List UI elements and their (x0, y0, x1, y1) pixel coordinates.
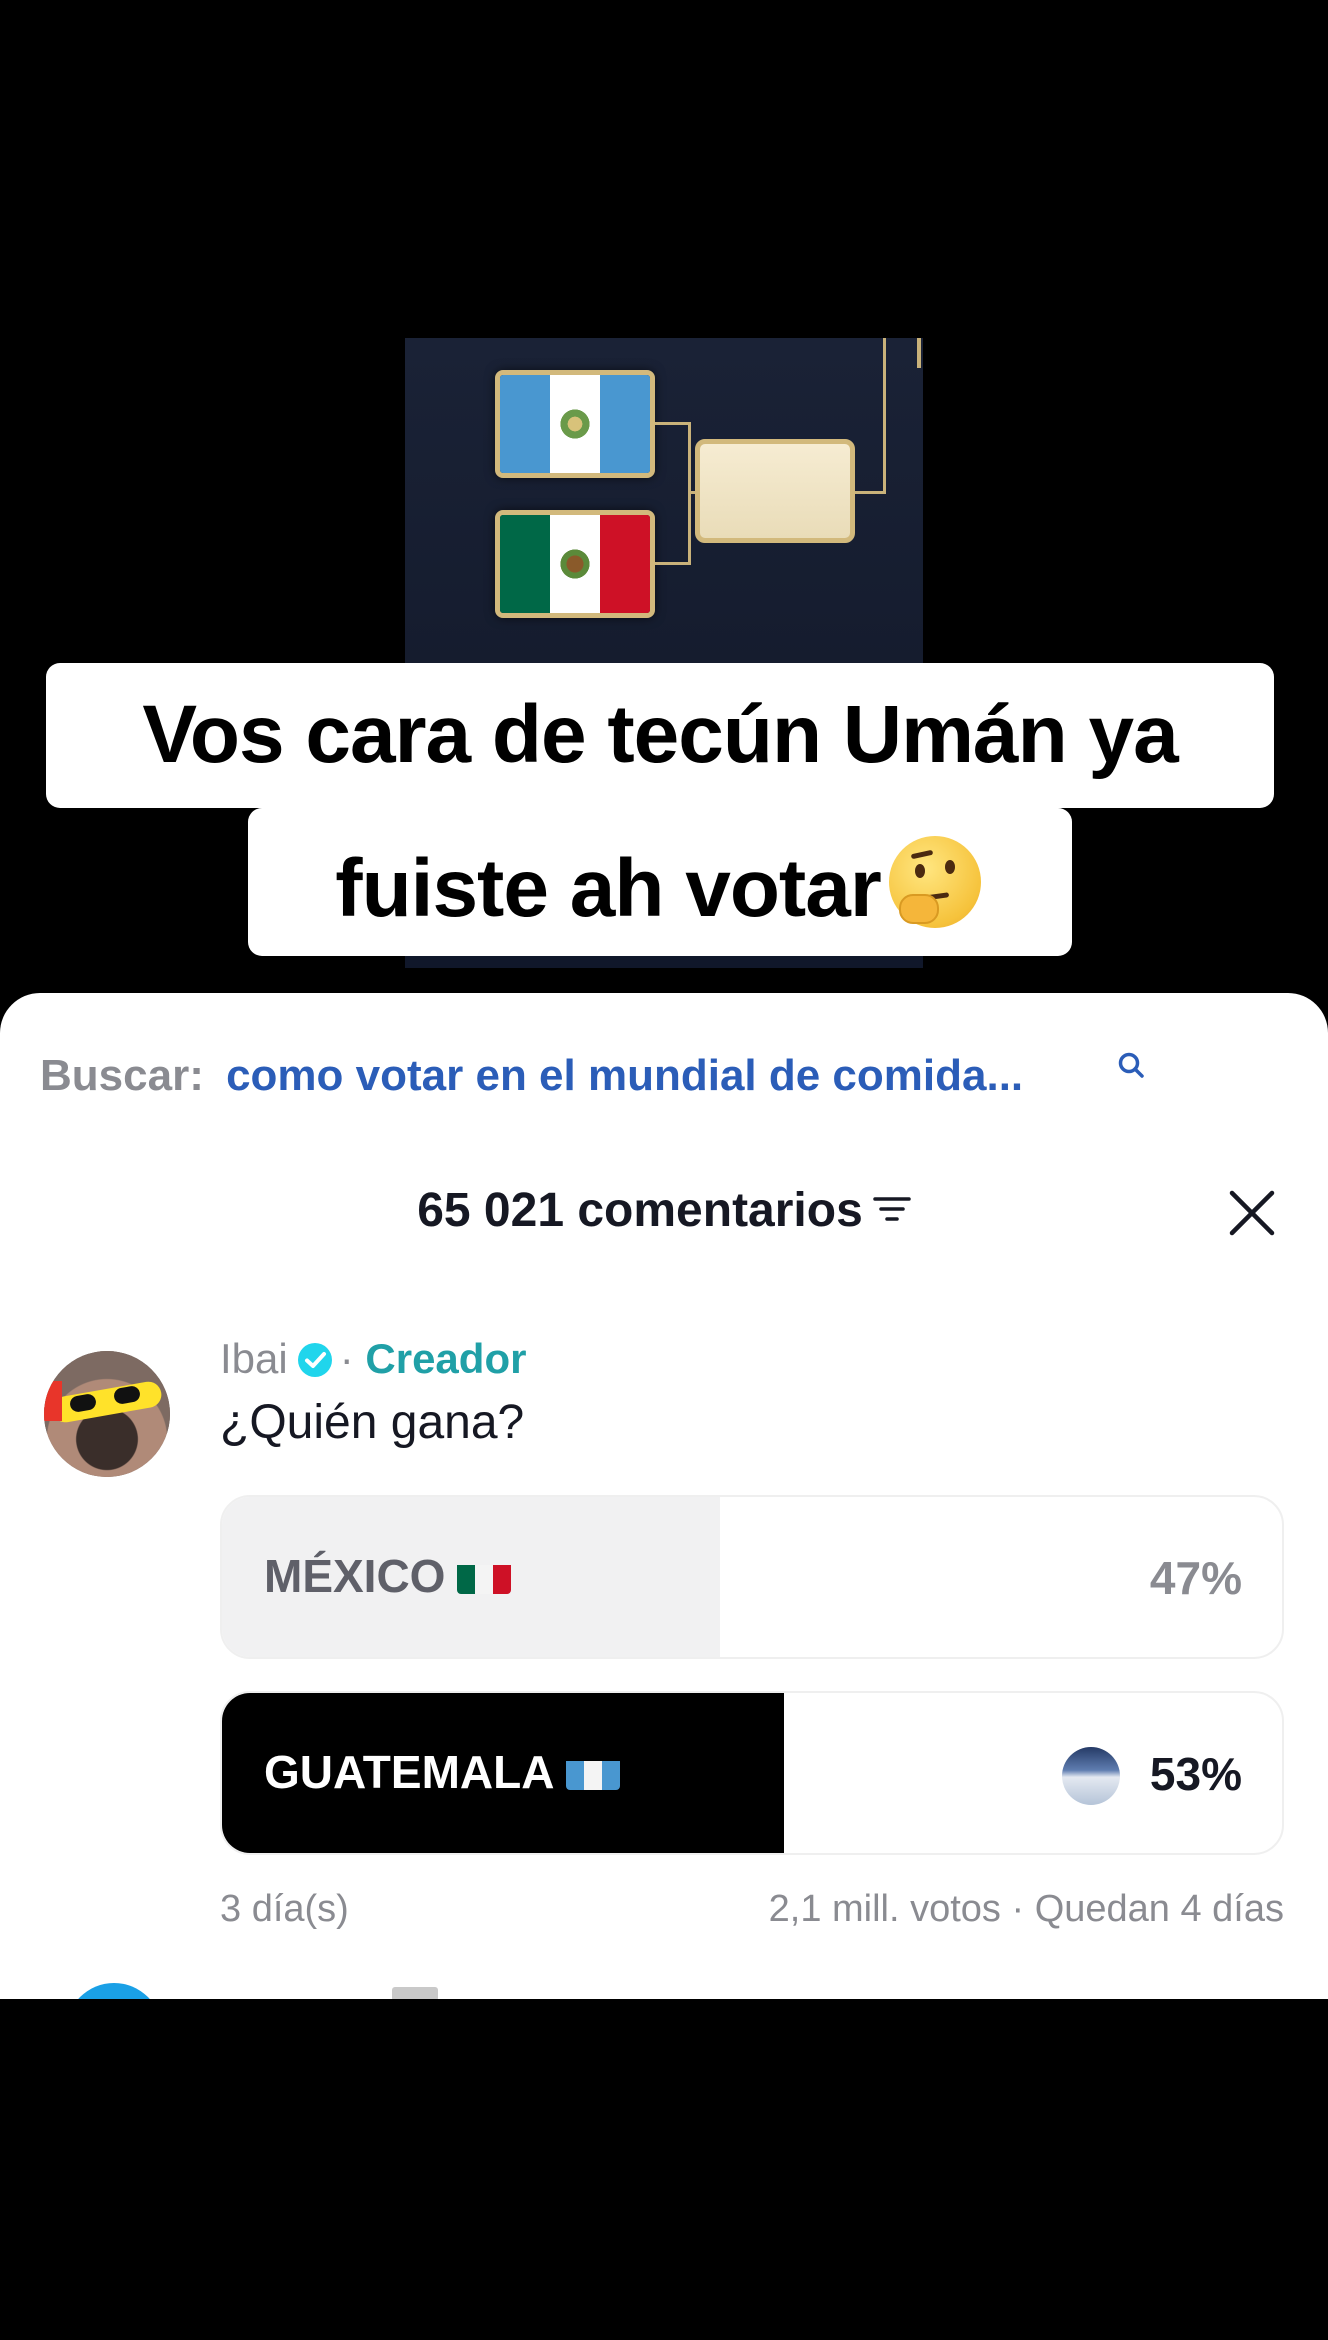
poll-option-text: MÉXICO (264, 1550, 446, 1602)
video-caption-line-2: fuiste ah votar (248, 808, 1072, 956)
bracket-line (883, 338, 886, 494)
poll-option-text: GUATEMALA (264, 1746, 555, 1798)
author-separator: · (339, 1335, 354, 1382)
comment-username[interactable]: Ibai (220, 1335, 288, 1382)
comment-author-line: Ibai · Creador (220, 1335, 526, 1383)
bracket-winner-box (695, 439, 855, 543)
poll-percent: 47% (1149, 1552, 1242, 1604)
search-label: Buscar: (40, 1051, 204, 1100)
guatemala-emblem-icon (558, 407, 592, 441)
comment-text: ¿Quién gana? (220, 1396, 525, 1449)
poll-option-label: GUATEMALA (264, 1745, 621, 1799)
mexico-flag-box (495, 510, 655, 618)
caption-text-2: fuiste ah votar (335, 843, 881, 934)
bracket-line (917, 338, 921, 368)
poll-option-label: MÉXICO (264, 1549, 512, 1603)
bracket-line (655, 422, 691, 425)
bracket-line (855, 491, 885, 494)
search-suggestion[interactable]: Buscar: como votar en el mundial de comi… (40, 1051, 1023, 1101)
next-comment-avatar[interactable] (66, 1983, 162, 1999)
caption-text-1: Vos cara de tecún Umán ya (142, 689, 1178, 780)
search-query-link[interactable]: como votar en el mundial de comida... (226, 1051, 1023, 1100)
video-caption-line-1: Vos cara de tecún Umán ya (46, 663, 1274, 808)
bracket-line (655, 562, 691, 565)
comments-header: 65 021 comentarios (0, 1183, 1328, 1238)
sort-icon[interactable] (873, 1194, 911, 1224)
comments-sheet: Buscar: como votar en el mundial de comi… (0, 993, 1328, 1999)
creator-badge: Creador (365, 1335, 527, 1382)
comment-count: 65 021 comentarios (417, 1184, 863, 1237)
avatar[interactable] (44, 1351, 170, 1477)
poll-percent: 53% (1149, 1748, 1242, 1800)
verified-badge-icon (297, 1343, 332, 1377)
guatemala-flag-box (495, 370, 655, 478)
mexico-flag-icon (457, 1558, 512, 1594)
thinking-face-emoji-icon (885, 832, 985, 932)
poll-option-guatemala[interactable]: GUATEMALA 53% (220, 1691, 1284, 1855)
search-icon[interactable] (1116, 1051, 1146, 1081)
comment-timestamp: 3 día(s) (220, 1888, 349, 1930)
guatemala-flag-icon (566, 1754, 621, 1790)
poll-option-mexico[interactable]: MÉXICO 47% (220, 1495, 1284, 1659)
next-comment-peek (392, 1987, 438, 1999)
poll-stats: 2,1 mill. votos · Quedan 4 días (768, 1888, 1284, 1930)
close-icon[interactable] (1228, 1189, 1276, 1237)
mexico-emblem-icon (558, 547, 592, 581)
voter-avatar (1062, 1747, 1120, 1805)
